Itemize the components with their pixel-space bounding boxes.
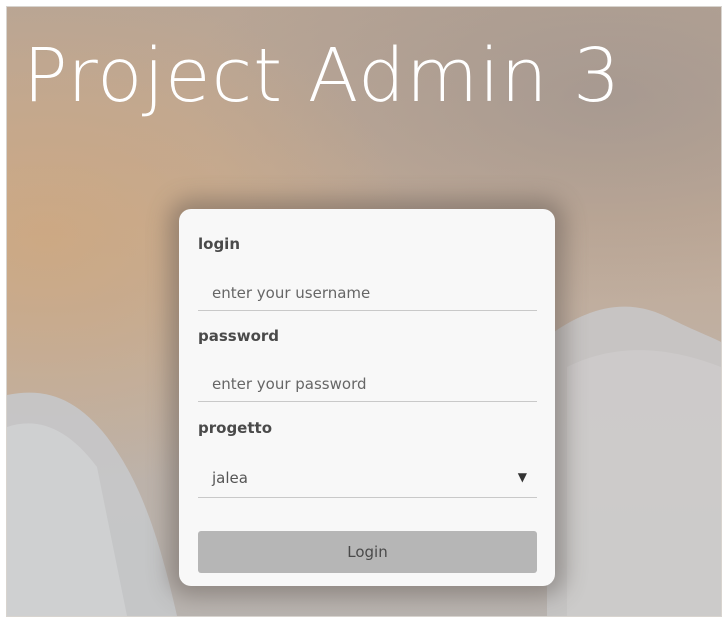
password-label: password bbox=[198, 327, 280, 345]
username-input[interactable] bbox=[198, 275, 537, 311]
login-label: login bbox=[198, 235, 241, 253]
login-button[interactable]: Login bbox=[198, 531, 537, 573]
password-input[interactable] bbox=[198, 366, 537, 402]
login-card: login password progetto jalea ▼ Login bbox=[179, 209, 555, 586]
page-title: Project Admin 3 bbox=[23, 33, 622, 119]
progetto-select[interactable]: jalea ▼ bbox=[198, 460, 537, 498]
login-page: Project Admin 3 login password progetto … bbox=[6, 6, 722, 617]
progetto-selected-value: jalea bbox=[212, 469, 248, 487]
progetto-label: progetto bbox=[198, 419, 272, 437]
caret-down-icon: ▼ bbox=[517, 470, 527, 484]
